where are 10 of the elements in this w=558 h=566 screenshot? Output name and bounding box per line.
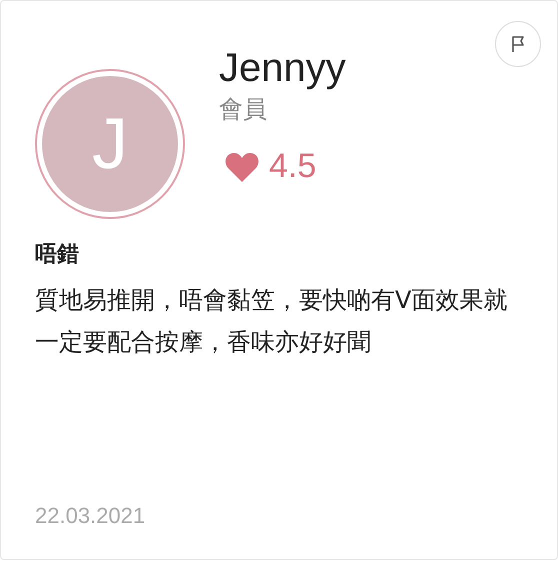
report-button[interactable]: [495, 21, 541, 67]
reviewer-name: Jennyy: [219, 45, 346, 92]
heart-icon: [225, 152, 259, 182]
flag-icon: [509, 35, 527, 53]
rating-score: 4.5: [269, 147, 316, 186]
review-text: 質地易推開，唔會黏笠，要快啲有V面效果就一定要配合按摩，香味亦好好聞: [35, 285, 508, 358]
review-title: 唔錯: [35, 241, 80, 269]
review-date: 22.03.2021: [35, 503, 146, 529]
reviewer-role: 會員: [219, 94, 268, 125]
avatar-initial: J: [42, 76, 178, 212]
